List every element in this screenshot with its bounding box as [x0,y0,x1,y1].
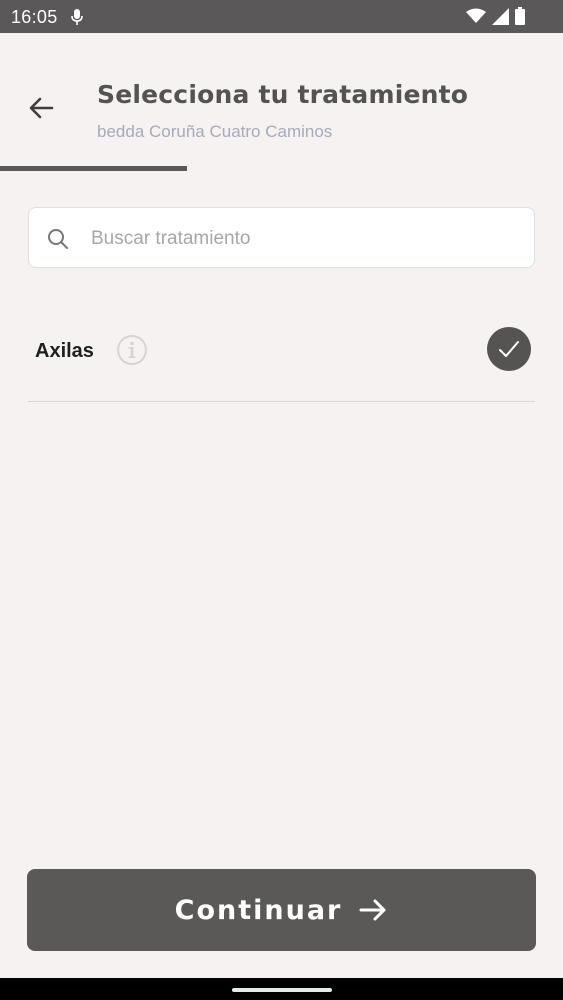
continue-button[interactable]: Continuar [27,869,536,951]
page-title: Selecciona tu tratamiento [97,80,469,109]
cellular-signal-icon [492,7,509,25]
progress-fill [0,166,187,171]
status-bar: 16:05 [0,0,563,33]
microphone-icon [71,9,83,25]
home-indicator[interactable] [232,988,332,992]
back-arrow-icon[interactable] [26,92,58,124]
search-input[interactable] [89,208,523,269]
status-time: 16:05 [11,7,58,27]
info-icon[interactable] [116,334,148,366]
checkmark-icon [499,341,519,357]
arrow-right-icon [359,899,386,921]
page-subtitle: bedda Coruña Cuatro Caminos [97,122,333,141]
treatment-label: Axilas [35,340,94,362]
battery-icon [515,7,525,25]
status-icons [466,7,525,25]
system-navigation-bar [0,978,563,1000]
continue-button-label: Continuar [174,894,343,926]
search-box[interactable] [28,207,535,269]
progress-bar [0,166,563,171]
search-icon [48,229,68,249]
selected-check-button[interactable] [487,327,531,371]
wifi-icon [466,8,486,23]
treatment-item-axilas[interactable]: Axilas [28,320,535,402]
